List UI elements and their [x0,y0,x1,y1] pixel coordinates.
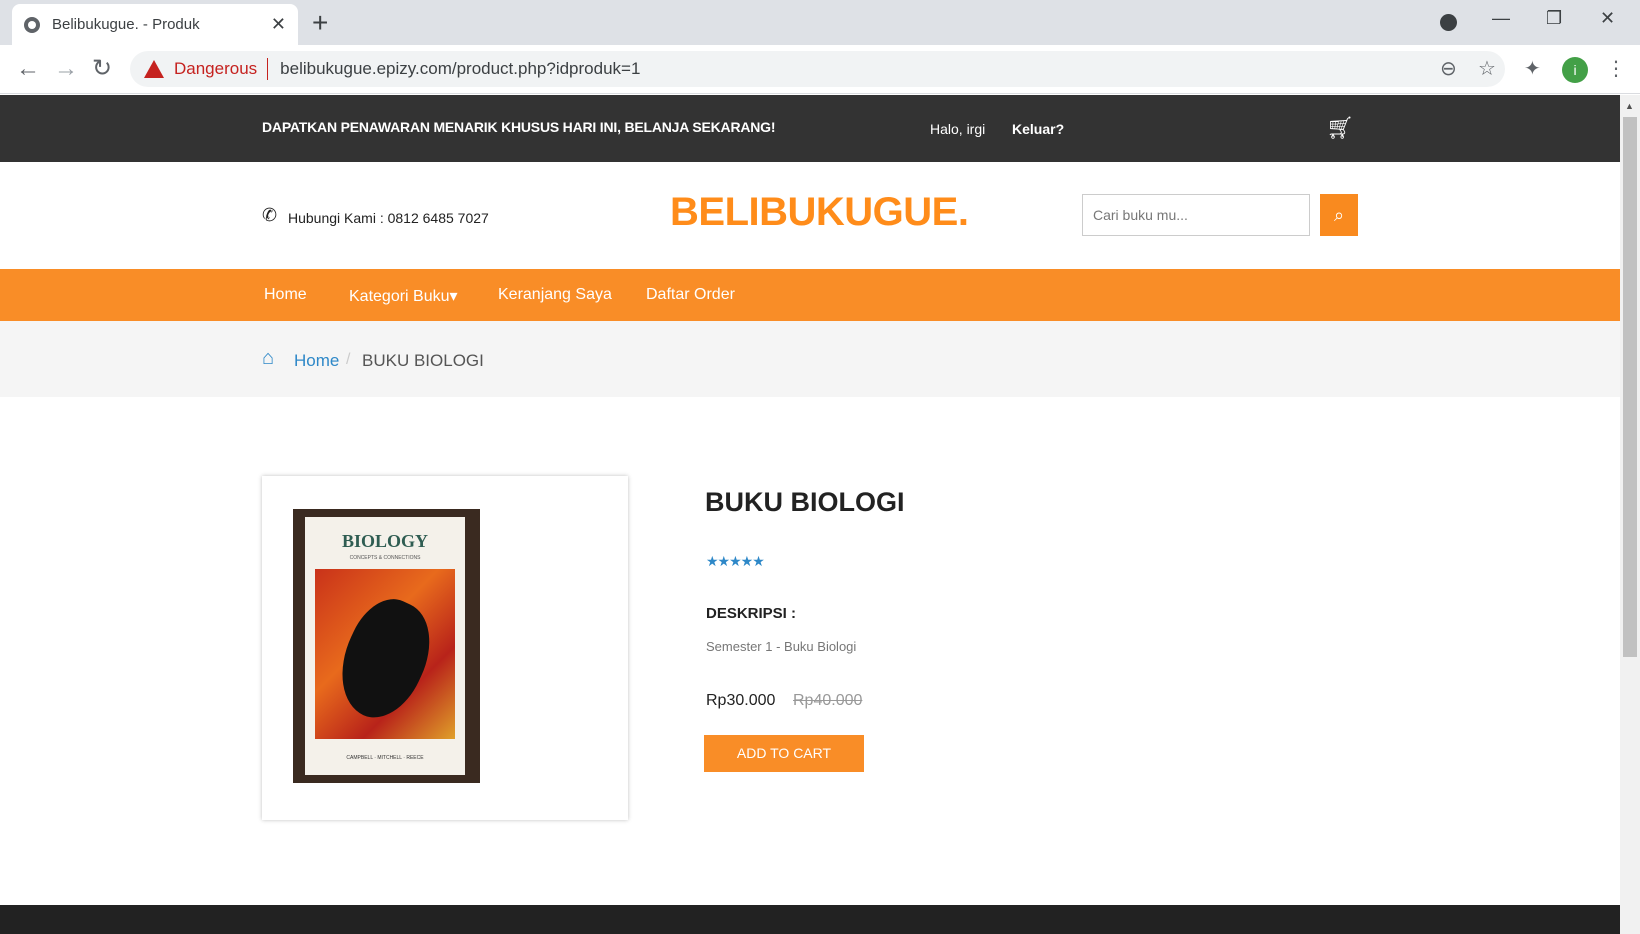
promo-text: DAPATKAN PENAWARAN MENARIK KHUSUS HARI I… [262,119,776,135]
menu-kebab-icon[interactable]: ⋮ [1606,56,1626,81]
profile-avatar[interactable]: i [1562,57,1588,83]
site-logo[interactable]: BELIBUKUGUE. [670,190,969,235]
cover-title: BIOLOGY [341,531,429,551]
footer [0,905,1620,934]
tab-title: Belibukugue. - Produk [52,16,200,33]
home-icon[interactable]: ⌂ [262,347,274,370]
minimize-icon[interactable]: — [1492,8,1510,29]
breadcrumb-home[interactable]: Home [294,351,339,371]
search-input[interactable] [1082,194,1310,236]
browser-toolbar: ← → ↻ Dangerous belibukugue.epizy.com/pr… [0,45,1640,94]
url-text[interactable]: belibukugue.epizy.com/product.php?idprod… [280,59,640,79]
logout-link[interactable]: Keluar? [1012,121,1064,137]
cover-subtitle: CONCEPTS & CONNECTIONS [349,555,421,561]
product-old-price: Rp40.000 [793,692,863,709]
browser-tab[interactable]: Belibukugue. - Produk ✕ [12,4,298,45]
reload-icon[interactable]: ↻ [92,54,112,84]
bookmark-star-icon[interactable]: ☆ [1478,56,1496,81]
rating-stars: ★★★★★ [706,553,765,569]
security-label[interactable]: Dangerous [174,59,257,79]
scroll-up-icon[interactable]: ▲ [1625,101,1634,111]
page-scrollbar[interactable]: ▲ [1620,95,1640,934]
new-tab-button[interactable]: + [312,7,328,39]
cart-icon[interactable]: 🛒︎ [1326,115,1354,141]
nav-daftar-order[interactable]: Daftar Order [646,286,735,304]
breadcrumb-current: BUKU BIOLOGI [362,351,484,370]
book-cover: BIOLOGY CONCEPTS & CONNECTIONS CAMPBELL … [305,517,465,775]
product-description: Semester 1 - Buku Biologi [706,639,857,654]
zoom-icon[interactable]: ⊖ [1440,56,1457,81]
top-bar: DAPATKAN PENAWARAN MENARIK KHUSUS HARI I… [0,95,1620,162]
salamander-illustration [323,587,447,731]
nav-kategori-buku[interactable]: Kategori Buku▾ [349,286,458,306]
nav-keranjang-saya[interactable]: Keranjang Saya [498,286,612,304]
greeting-text: Halo, irgi [930,121,986,137]
back-icon[interactable]: ← [16,54,40,84]
warning-icon [144,60,164,78]
tab-search-icon[interactable] [1440,14,1457,31]
search-icon: ⌕ [1333,205,1345,225]
globe-icon [24,16,40,33]
breadcrumb: ⌂ Home / BUKU BIOLOGI [0,321,1620,397]
close-tab-icon[interactable]: ✕ [271,14,286,35]
site-header: ✆ Hubungi Kami : 0812 6485 7027 BELIBUKU… [0,162,1620,269]
add-to-cart-button[interactable]: ADD TO CART [704,735,864,772]
browser-tab-strip: Belibukugue. - Produk ✕ + — ❐ ✕ [0,0,1640,45]
address-bar[interactable]: Dangerous belibukugue.epizy.com/product.… [130,51,1505,87]
contact-phone: Hubungi Kami : 0812 6485 7027 [288,210,489,226]
restore-icon[interactable]: ❐ [1546,8,1562,29]
description-label: DESKRIPSI : [706,605,797,622]
product-section: BIOLOGY CONCEPTS & CONNECTIONS CAMPBELL … [0,397,1620,905]
phone-icon: ✆ [262,205,278,225]
scrollbar-thumb[interactable] [1623,117,1637,657]
cover-artwork [315,569,455,739]
cover-authors: CAMPBELL · MITCHELL · REECE [346,755,424,761]
forward-icon[interactable]: → [54,54,78,84]
product-image[interactable]: BIOLOGY CONCEPTS & CONNECTIONS CAMPBELL … [293,509,480,783]
close-window-icon[interactable]: ✕ [1600,8,1615,29]
search-button[interactable]: ⌕ [1320,194,1358,236]
web-page: DAPATKAN PENAWARAN MENARIK KHUSUS HARI I… [0,95,1620,934]
product-title: BUKU BIOLOGI [705,487,905,517]
main-nav: Home Kategori Buku▾ Keranjang Saya Dafta… [0,269,1620,321]
breadcrumb-separator: / [346,351,351,368]
omnibox-divider [267,58,269,80]
extensions-icon[interactable]: ✦ [1524,56,1541,81]
product-price: Rp30.000 [706,692,776,709]
product-image-card: BIOLOGY CONCEPTS & CONNECTIONS CAMPBELL … [262,476,628,820]
nav-home[interactable]: Home [264,286,307,304]
